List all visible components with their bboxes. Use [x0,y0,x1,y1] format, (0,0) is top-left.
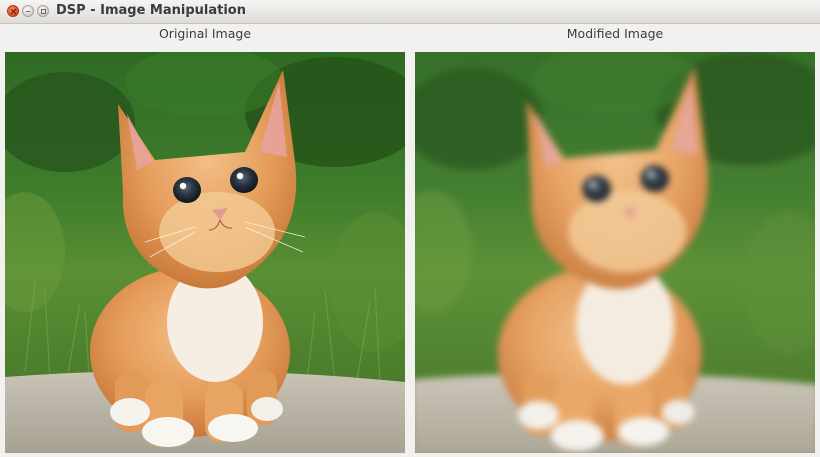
app-window: DSP - Image Manipulation Original Image … [0,0,820,457]
close-window-button[interactable] [7,5,19,17]
original-image [5,52,405,453]
title-bar[interactable]: DSP - Image Manipulation [0,0,820,24]
minimize-window-button[interactable] [22,5,34,17]
modified-image-label: Modified Image [566,26,664,41]
kitten-photo [5,52,405,453]
maximize-window-button[interactable] [37,5,49,17]
modified-image [415,52,815,453]
window-title: DSP - Image Manipulation [56,3,246,18]
original-image-label: Original Image [158,26,252,41]
kitten-photo-blurred [415,52,815,453]
